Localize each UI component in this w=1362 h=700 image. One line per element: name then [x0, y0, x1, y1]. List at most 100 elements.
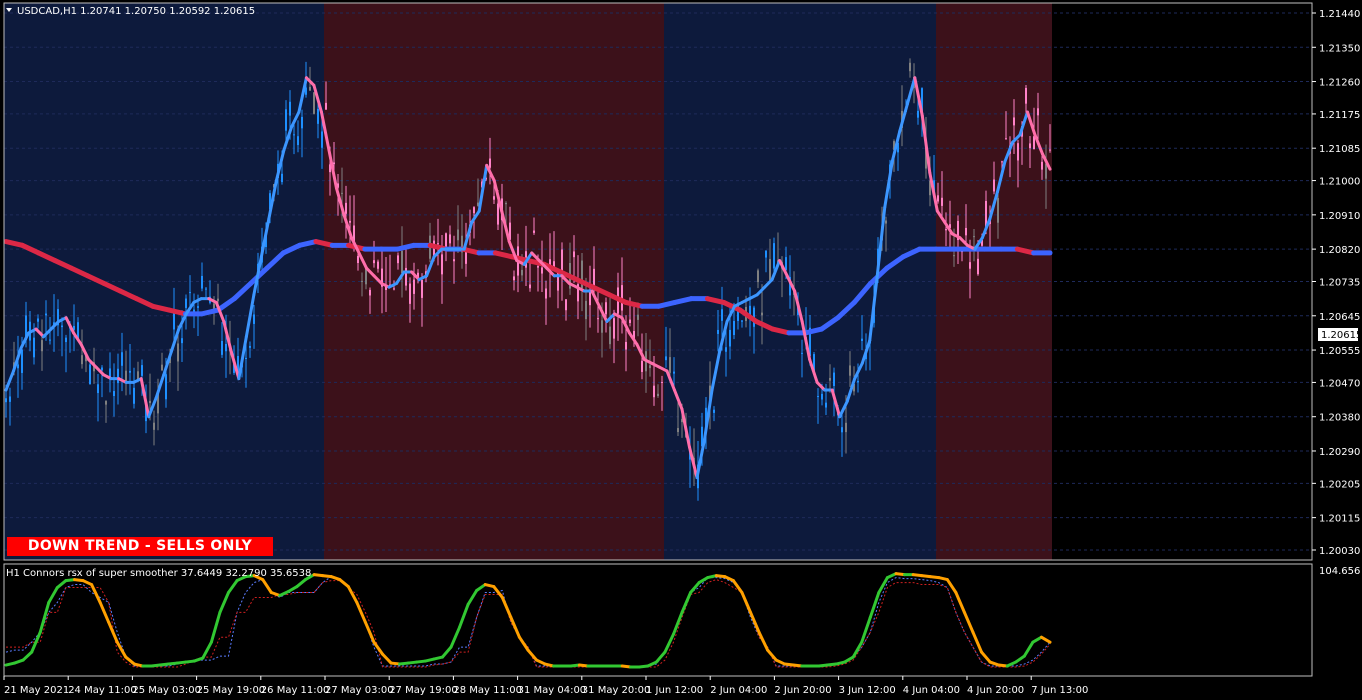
price-tick-label: 1.20555	[1319, 346, 1360, 357]
rsx-segment	[860, 615, 872, 644]
price-axis: 1.21440 1.21350 1.21260 1.21175 1.21085 1.210…	[1312, 9, 1360, 557]
candle-body	[565, 299, 567, 311]
candle-body	[505, 203, 507, 205]
candle-body	[437, 243, 439, 245]
candle-body	[185, 298, 187, 308]
rsx-segment	[748, 610, 761, 634]
candle-body	[625, 341, 627, 350]
time-tick-label: 4 Jun 04:00	[903, 685, 960, 696]
candle-body	[401, 250, 403, 274]
candle-body	[665, 356, 667, 361]
candle-body	[725, 347, 727, 352]
candle-body	[1049, 149, 1051, 151]
candle-body	[113, 391, 115, 397]
candle-body	[89, 364, 91, 385]
candle-body	[365, 268, 367, 285]
candle-body	[541, 267, 543, 274]
time-tick-label: 7 Jun 13:00	[1031, 685, 1088, 696]
candle-body	[845, 422, 847, 433]
candle-body	[1013, 117, 1015, 126]
candle-body	[61, 325, 63, 328]
candle-body	[945, 229, 947, 231]
candle-body	[941, 197, 943, 206]
candle-body	[761, 312, 763, 316]
rsx-segment	[689, 581, 701, 595]
price-tick-label: 1.20205	[1319, 479, 1360, 490]
candle-body	[201, 275, 203, 289]
candle-body	[165, 374, 167, 400]
candle-body	[309, 86, 311, 91]
rsx-indicator-panel: 104.656	[4, 566, 1360, 669]
candle-body	[629, 319, 631, 324]
rsx-segment	[21, 650, 34, 662]
candle-body	[741, 320, 743, 322]
candle-body	[317, 108, 319, 124]
time-axis: 21 May 202124 May 11:0025 May 03:0025 Ma…	[3, 676, 1088, 696]
candle-body	[1017, 143, 1019, 161]
rsx-segment	[757, 630, 770, 652]
time-tick-label: 25 May 19:00	[197, 685, 266, 696]
candle-body	[173, 312, 175, 330]
candle-body	[325, 102, 327, 110]
candle-body	[369, 289, 371, 296]
rsx-segment	[115, 640, 128, 659]
candle-body	[393, 288, 395, 290]
candle-body	[153, 422, 155, 430]
candle-body	[141, 365, 143, 376]
rsx-segment	[509, 615, 521, 639]
candle-body	[293, 134, 295, 136]
candle-body	[245, 357, 247, 360]
candle-body	[953, 255, 955, 257]
time-tick-label: 1 Jun 12:00	[646, 685, 703, 696]
rsx-segment	[372, 640, 385, 656]
candle-body	[977, 258, 979, 275]
candle-body	[121, 352, 123, 366]
chart-canvas: 1.21440 1.21350 1.21260 1.21175 1.21085 1.210…	[3, 2, 1362, 696]
candle-body	[965, 227, 967, 236]
rsx-segment	[766, 648, 778, 662]
candle-body	[489, 158, 491, 168]
candle-body	[917, 110, 919, 118]
candle-body	[817, 395, 819, 397]
candle-body	[537, 266, 539, 268]
time-tick-label: 24 May 11:00	[68, 685, 137, 696]
candle-body	[637, 314, 639, 320]
candle-body	[81, 355, 83, 365]
candle-body	[289, 101, 291, 116]
candle-body	[33, 337, 35, 358]
price-tick-label: 1.20910	[1319, 211, 1360, 222]
indicator-max-label: 104.656	[1319, 566, 1360, 577]
candle-body	[1025, 87, 1027, 104]
candle-body	[321, 131, 323, 148]
candle-body	[37, 318, 39, 322]
candle-body	[969, 262, 971, 269]
candle-body	[45, 313, 47, 316]
candle-body	[605, 302, 607, 315]
time-tick-label: 2 Jun 20:00	[774, 685, 831, 696]
candle-body	[757, 270, 759, 283]
candle-body	[377, 261, 379, 269]
symbol-header[interactable]: USDCAD,H1 1.20741 1.20750 1.20592 1.2061…	[6, 6, 255, 17]
rsx-segment	[517, 635, 530, 652]
trend-banner: DOWN TREND - SELLS ONLY	[7, 537, 273, 556]
candle-body	[533, 230, 535, 233]
price-tick-label: 1.21440	[1319, 9, 1360, 20]
candle-body	[357, 256, 359, 264]
candle-body	[313, 92, 315, 114]
candle-body	[669, 357, 671, 373]
rsx-segment	[500, 595, 513, 619]
candle-body	[849, 365, 851, 376]
rsx-segment	[226, 579, 239, 595]
candle-body	[441, 254, 443, 275]
rsx-segment	[209, 610, 222, 644]
current-price-text: 1.20615	[1321, 330, 1362, 341]
rsx-segment	[381, 652, 393, 665]
candle-body	[729, 329, 731, 347]
rsx-segment	[98, 600, 111, 624]
candle-body	[773, 243, 775, 269]
candle-body	[1029, 143, 1031, 149]
rsx-segment	[731, 579, 744, 595]
rsx-segment	[466, 589, 479, 606]
candle-body	[149, 400, 151, 404]
candle-body	[673, 371, 675, 374]
